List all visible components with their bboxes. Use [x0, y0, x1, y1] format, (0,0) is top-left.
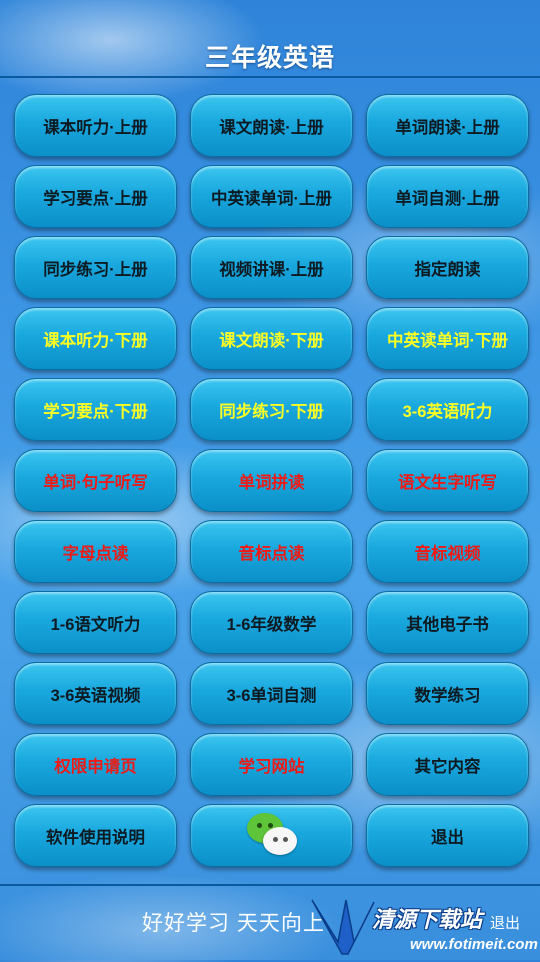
key-points-vol1-button[interactable]: 学习要点·上册	[14, 165, 177, 228]
wechat-button[interactable]	[190, 804, 353, 867]
math-practice-button[interactable]: 数学练习	[366, 662, 529, 725]
english-listening-3-6-button[interactable]: 3-6英语听力	[366, 378, 529, 441]
sync-practice-vol1-button[interactable]: 同步练习·上册	[14, 236, 177, 299]
word-selftest-3-6-button[interactable]: 3-6单词自测	[190, 662, 353, 725]
watermark-brand: 清源下载站	[372, 907, 483, 932]
math-grade-1-6-button[interactable]: 1-6年级数学	[190, 591, 353, 654]
phonetic-pointread-button[interactable]: 音标点读	[190, 520, 353, 583]
word-sentence-dictation-button[interactable]: 单词·句子听写	[14, 449, 177, 512]
textbook-listening-vol2-button[interactable]: 课本听力·下册	[14, 307, 177, 370]
watermark-emblem-icon	[311, 899, 375, 955]
letter-pointread-button[interactable]: 字母点读	[14, 520, 177, 583]
text-reading-vol2-button[interactable]: 课文朗读·下册	[190, 307, 353, 370]
cn-en-words-vol2-button[interactable]: 中英读单词·下册	[366, 307, 529, 370]
word-reading-vol1-button[interactable]: 单词朗读·上册	[366, 94, 529, 157]
slogan-text: 好好学习 天天向上	[142, 912, 325, 935]
assigned-reading-button[interactable]: 指定朗读	[366, 236, 529, 299]
sync-practice-vol2-button[interactable]: 同步练习·下册	[190, 378, 353, 441]
footer-exit-link[interactable]: 退出	[490, 912, 520, 933]
menu-grid: 课本听力·上册 课文朗读·上册 单词朗读·上册 学习要点·上册 中英读单词·上册…	[14, 94, 529, 867]
study-website-button[interactable]: 学习网站	[190, 733, 353, 796]
phonetic-video-button[interactable]: 音标视频	[366, 520, 529, 583]
textbook-listening-vol1-button[interactable]: 课本听力·上册	[14, 94, 177, 157]
word-spelling-button[interactable]: 单词拼读	[190, 449, 353, 512]
page-title: 三年级英语	[204, 44, 335, 72]
exit-button[interactable]: 退出	[366, 804, 529, 867]
word-selftest-vol1-button[interactable]: 单词自测·上册	[366, 165, 529, 228]
other-content-button[interactable]: 其它内容	[366, 733, 529, 796]
key-points-vol2-button[interactable]: 学习要点·下册	[14, 378, 177, 441]
english-video-3-6-button[interactable]: 3-6英语视频	[14, 662, 177, 725]
permission-request-button[interactable]: 权限申请页	[14, 733, 177, 796]
user-guide-button[interactable]: 软件使用说明	[14, 804, 177, 867]
chinese-char-dictation-button[interactable]: 语文生字听写	[366, 449, 529, 512]
text-reading-vol1-button[interactable]: 课文朗读·上册	[190, 94, 353, 157]
wechat-icon	[245, 812, 299, 859]
cn-en-words-vol1-button[interactable]: 中英读单词·上册	[190, 165, 353, 228]
chinese-listening-1-6-button[interactable]: 1-6语文听力	[14, 591, 177, 654]
other-ebooks-button[interactable]: 其他电子书	[366, 591, 529, 654]
title-bar: 三年级英语	[0, 0, 540, 78]
video-lecture-vol1-button[interactable]: 视频讲课·上册	[190, 236, 353, 299]
watermark-url: www.fotimeit.com	[410, 936, 538, 953]
